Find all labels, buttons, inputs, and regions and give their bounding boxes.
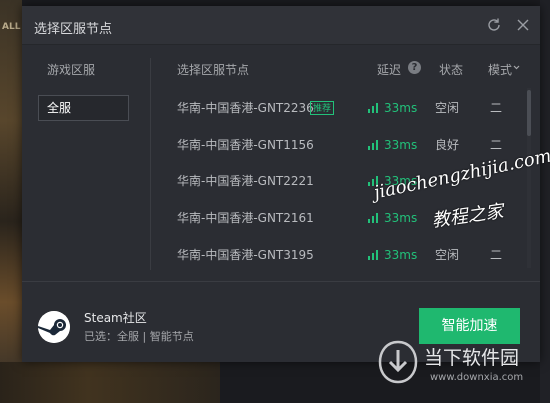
refresh-icon[interactable] <box>486 17 502 33</box>
background-game-text: ALL <box>2 22 21 32</box>
status-value: 良好 <box>435 138 460 152</box>
latency-value: 33ms <box>384 101 418 115</box>
status-value: 空闲 <box>435 101 460 115</box>
help-icon[interactable]: ? <box>408 61 421 74</box>
close-icon[interactable] <box>515 17 531 33</box>
node-name: 华南-中国香港-GNT2236 <box>177 101 314 115</box>
signal-icon <box>368 140 379 150</box>
signal-icon <box>368 103 379 113</box>
downxia-logo-icon <box>378 340 418 384</box>
node-name: 华南-中国香港-GNT2161 <box>177 211 314 225</box>
latency-value: 33ms <box>384 211 418 225</box>
background-right-strip <box>540 0 550 403</box>
column-header-status: 状态 <box>439 63 464 77</box>
background-game-art-left: ALL <box>0 0 22 403</box>
mode-value: 二 <box>490 101 503 115</box>
smart-accelerate-button[interactable]: 智能加速 <box>419 308 520 344</box>
footer-divider <box>22 281 540 282</box>
dialog-title: 选择区服节点 <box>34 22 113 37</box>
sidebar-header: 游戏区服 <box>47 63 96 77</box>
column-header-mode[interactable]: 模式 <box>488 61 512 78</box>
node-row[interactable]: 华南-中国香港-GNT1156 33ms 良好 二 <box>22 127 540 163</box>
background-game-art-bottom <box>0 362 220 403</box>
node-name: 华南-中国香港-GNT3195 <box>177 248 314 262</box>
recommended-badge: 推荐 <box>310 101 335 115</box>
column-header-node: 选择区服节点 <box>177 63 250 77</box>
latency-value: 33ms <box>384 248 418 262</box>
signal-icon <box>368 213 379 223</box>
steam-logo-icon <box>38 311 70 343</box>
downxia-name: 当下软件园 <box>424 347 520 369</box>
dialog-titlebar: 选择区服节点 <box>22 6 540 45</box>
column-header-latency: 延迟 <box>377 63 402 77</box>
downxia-url: www.downxia.com <box>430 372 524 383</box>
node-row[interactable]: 华南-中国香港-GNT2236 推荐 33ms 空闲 二 <box>22 90 540 126</box>
status-value: 空闲 <box>435 248 460 262</box>
signal-icon <box>368 250 379 260</box>
node-name: 华南-中国香港-GNT1156 <box>177 138 314 152</box>
node-row[interactable]: 华南-中国香港-GNT3195 33ms 空闲 二 <box>22 237 540 273</box>
scrollbar-thumb[interactable] <box>527 90 531 136</box>
latency-value: 33ms <box>384 138 418 152</box>
selected-summary: 已选：全服 | 智能节点 <box>84 330 194 343</box>
game-name: Steam社区 <box>84 311 147 325</box>
node-name: 华南-中国香港-GNT2221 <box>177 174 314 188</box>
chevron-down-icon[interactable] <box>513 64 520 71</box>
mode-value: 二 <box>490 248 503 262</box>
